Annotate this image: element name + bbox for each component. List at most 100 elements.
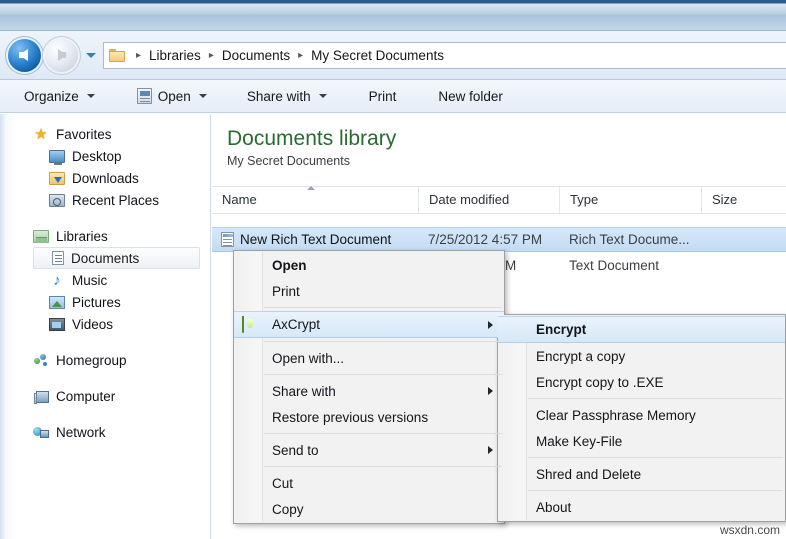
- submenu-item-shred-and-delete[interactable]: Shred and Delete: [498, 461, 785, 487]
- column-header-name[interactable]: Name: [212, 186, 418, 213]
- toolbar-label-open: Open: [157, 88, 191, 104]
- context-menu-label-axcrypt: AxCrypt: [272, 317, 321, 332]
- context-menu-label-share-with: Share with: [272, 383, 336, 399]
- forward-button[interactable]: [45, 38, 78, 72]
- context-menu-item-copy[interactable]: Copy: [234, 496, 504, 522]
- context-menu-item-print[interactable]: Print: [234, 278, 504, 304]
- context-menu-item-cut[interactable]: Cut: [234, 470, 504, 496]
- submenu-item-make-key-file[interactable]: Make Key-File: [498, 428, 785, 454]
- context-menu-separator: [264, 341, 502, 342]
- submenu-item-encrypt-a-copy[interactable]: Encrypt a copy: [498, 343, 785, 369]
- file-type-cell: Text Document: [569, 258, 660, 273]
- submenu-item-encrypt[interactable]: Encrypt: [498, 316, 785, 343]
- videos-icon: [49, 318, 65, 331]
- sidebar-label-homegroup: Homegroup: [56, 352, 127, 368]
- chevron-down-icon: [86, 52, 96, 58]
- submenu-label-encrypt-a-copy: Encrypt a copy: [536, 348, 626, 364]
- sidebar-group-network[interactable]: Network: [0, 421, 210, 443]
- folder-icon: [109, 48, 126, 62]
- context-menu-label-open: Open: [272, 257, 307, 273]
- submenu-label-clear-passphrase-memory: Clear Passphrase Memory: [536, 407, 696, 423]
- sidebar-label-videos: Videos: [72, 316, 114, 332]
- submenu-separator: [528, 490, 783, 491]
- history-dropdown-button[interactable]: [84, 52, 98, 58]
- sidebar-label-documents: Documents: [71, 250, 140, 266]
- computer-icon: [34, 390, 49, 404]
- breadcrumb[interactable]: ▸ Libraries ▸ Documents ▸ My Secret Docu…: [103, 41, 786, 69]
- submenu-item-clear-passphrase-memory[interactable]: Clear Passphrase Memory: [498, 402, 785, 428]
- sidebar-label-music: Music: [72, 272, 108, 288]
- axcrypt-shield-icon: [242, 315, 259, 334]
- submenu-label-make-key-file: Make Key-File: [536, 433, 623, 449]
- context-menu-item-restore-previous-versions[interactable]: Restore previous versions: [234, 404, 504, 430]
- sidebar-group-libraries[interactable]: Libraries: [0, 225, 210, 247]
- submenu-separator: [528, 457, 783, 458]
- toolbar-label-share-with: Share with: [246, 88, 311, 104]
- context-menu-item-axcrypt[interactable]: AxCrypt: [234, 311, 504, 338]
- sidebar-group-homegroup[interactable]: Homegroup: [0, 349, 210, 371]
- watermark: wsxdn.com: [719, 523, 780, 537]
- command-toolbar: Organize Open Share with Print New folde…: [0, 80, 786, 113]
- column-label-type: Type: [570, 192, 599, 207]
- toolbar-button-organize[interactable]: Organize: [14, 82, 105, 110]
- back-button[interactable]: [8, 38, 41, 72]
- page-subtitle: My Secret Documents: [227, 154, 350, 168]
- breadcrumb-item-my-secret-documents[interactable]: My Secret Documents: [310, 48, 445, 63]
- toolbar-label-new-folder: New folder: [438, 88, 503, 104]
- sidebar-label-pictures: Pictures: [72, 294, 121, 310]
- documents-icon: [52, 251, 64, 265]
- toolbar-button-share-with[interactable]: Share with: [237, 82, 337, 110]
- sidebar-label-favorites: Favorites: [56, 126, 112, 142]
- sidebar-item-recent-places[interactable]: Recent Places: [0, 189, 210, 211]
- submenu-item-encrypt-copy-to-exe[interactable]: Encrypt copy to .EXE: [498, 369, 785, 395]
- context-menu-item-open[interactable]: Open: [234, 252, 504, 278]
- navigation-pane: ★ Favorites Desktop Downloads Recent Pla…: [0, 114, 211, 539]
- column-header-type[interactable]: Type: [559, 187, 701, 213]
- toolbar-label-organize: Organize: [24, 88, 79, 104]
- sidebar-item-downloads[interactable]: Downloads: [0, 167, 210, 189]
- toolbar-button-new-folder[interactable]: New folder: [428, 82, 513, 110]
- file-date-cell: 7/25/2012 4:57 PM: [428, 232, 543, 247]
- context-menu-label-cut: Cut: [272, 475, 294, 491]
- breadcrumb-item-libraries[interactable]: Libraries: [148, 48, 202, 63]
- toolbar-button-open[interactable]: Open: [127, 82, 217, 110]
- sidebar-item-pictures[interactable]: Pictures: [0, 291, 210, 313]
- column-header-row: Name Date modified Type Size: [212, 186, 786, 214]
- chevron-right-icon: [488, 320, 493, 329]
- chevron-down-icon: [86, 94, 95, 98]
- chevron-right-icon: [488, 387, 493, 395]
- sidebar-item-music[interactable]: ♪ Music: [0, 269, 210, 291]
- table-row[interactable]: New Rich Text Document 7/25/2012 4:57 PM…: [212, 227, 786, 252]
- context-menu-separator: [264, 307, 502, 308]
- context-menu-item-send-to[interactable]: Send to: [234, 437, 504, 463]
- context-menu-item-share-with[interactable]: Share with: [234, 378, 504, 404]
- sidebar-label-libraries: Libraries: [56, 228, 108, 244]
- context-menu-separator: [264, 433, 502, 434]
- breadcrumb-separator: ▸: [136, 49, 142, 61]
- sidebar-item-documents[interactable]: Documents: [33, 247, 200, 269]
- sidebar-label-recent-places: Recent Places: [72, 192, 160, 208]
- context-menu-separator: [264, 374, 502, 375]
- sidebar-item-videos[interactable]: Videos: [0, 313, 210, 335]
- axcrypt-submenu: Encrypt Encrypt a copy Encrypt copy to .…: [497, 314, 786, 522]
- sidebar-group-computer[interactable]: Computer: [0, 385, 210, 407]
- breadcrumb-item-documents[interactable]: Documents: [221, 48, 291, 63]
- context-menu: Open Print AxCrypt Open with... Share wi…: [233, 250, 505, 524]
- submenu-separator: [528, 398, 783, 399]
- submenu-item-about[interactable]: About: [498, 494, 785, 520]
- toolbar-label-print: Print: [368, 88, 397, 104]
- address-bar: ▸ Libraries ▸ Documents ▸ My Secret Docu…: [0, 31, 786, 80]
- context-menu-item-open-with[interactable]: Open with...: [234, 345, 504, 371]
- context-menu-label-send-to: Send to: [272, 442, 319, 458]
- toolbar-button-print[interactable]: Print: [359, 82, 407, 110]
- column-header-size[interactable]: Size: [701, 187, 786, 213]
- sidebar-group-favorites[interactable]: ★ Favorites: [0, 123, 210, 145]
- submenu-label-about: About: [536, 499, 572, 515]
- context-menu-label-restore-previous-versions: Restore previous versions: [272, 409, 429, 425]
- column-label-size: Size: [712, 192, 738, 207]
- sidebar-item-desktop[interactable]: Desktop: [0, 145, 210, 167]
- column-header-date-modified[interactable]: Date modified: [418, 187, 559, 213]
